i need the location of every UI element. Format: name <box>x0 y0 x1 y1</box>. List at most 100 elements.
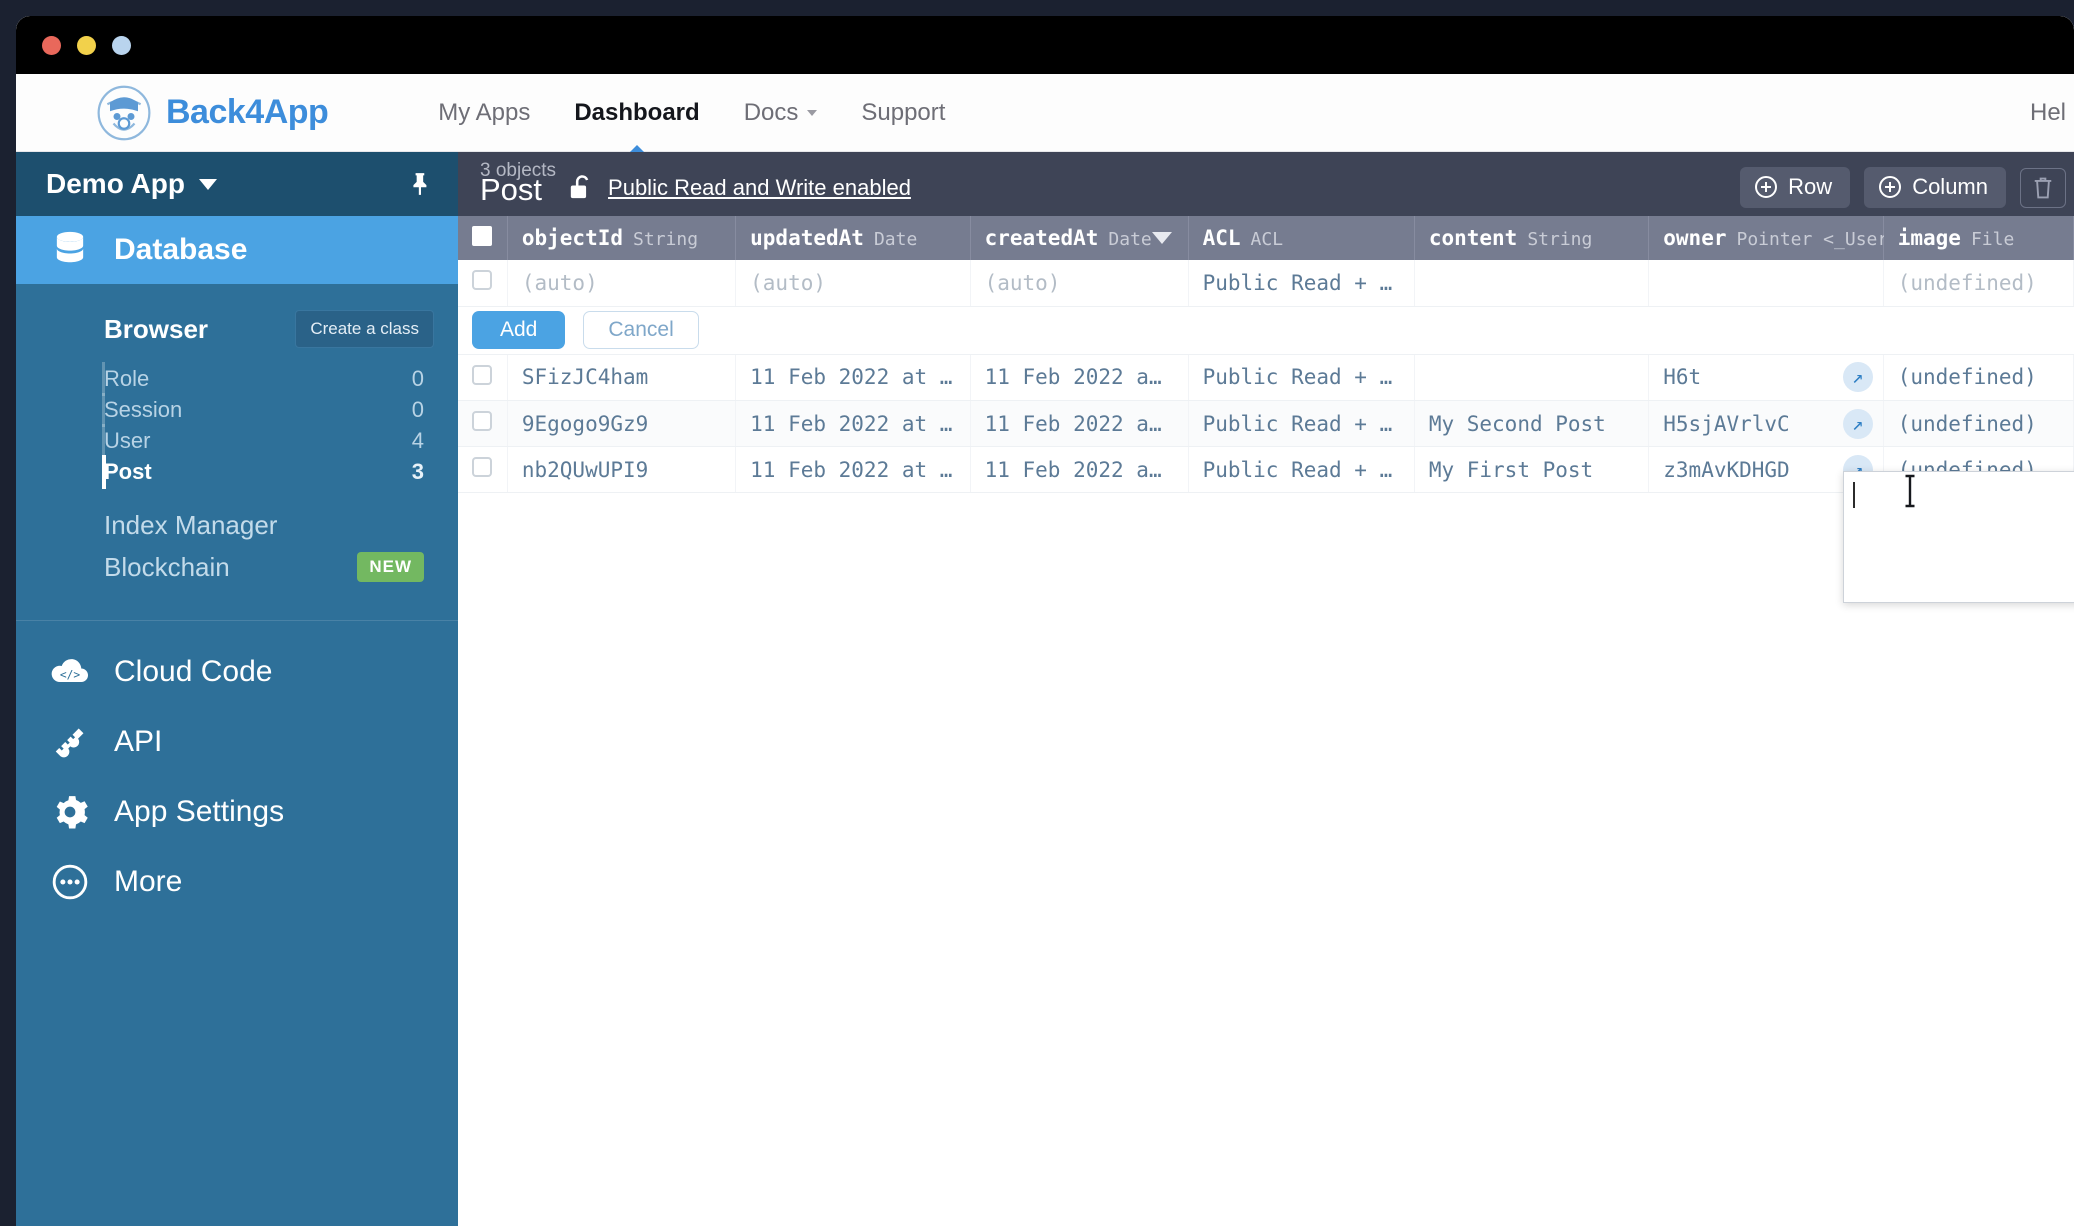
sidebar-item-more[interactable]: More <box>16 847 458 917</box>
cell-createdat[interactable]: 11 Feb 2022 at 17:… <box>970 446 1189 493</box>
column-header-acl[interactable]: ACL ACL <box>1188 216 1415 260</box>
sidebar-item-index-manager[interactable]: Index Manager <box>16 504 458 546</box>
delete-button[interactable] <box>2020 167 2066 208</box>
column-name: ACL <box>1202 226 1241 250</box>
sidebar-item-database[interactable]: Database <box>16 216 458 284</box>
table-row[interactable]: nb2QUwUPI9 11 Feb 2022 at 17:… 11 Feb 20… <box>458 446 2074 493</box>
add-row-button[interactable]: Row <box>1740 167 1851 208</box>
cell-owner[interactable]: H6t ↗ <box>1648 354 1884 401</box>
nav-link-docs[interactable]: Docs <box>744 99 818 127</box>
add-button[interactable]: Add <box>472 311 566 349</box>
row-select-cell[interactable] <box>458 446 508 493</box>
cancel-button[interactable]: Cancel <box>583 311 699 349</box>
cell-content[interactable]: My First Post <box>1414 446 1650 493</box>
app-name-label: Demo App <box>46 168 185 199</box>
column-type: Pointer <_User> <box>1736 229 1900 250</box>
sidebar-item-api[interactable]: API <box>16 707 458 777</box>
nav-link-support[interactable]: Support <box>861 99 945 127</box>
column-header-objectid[interactable]: objectId String <box>507 216 737 260</box>
close-window-button[interactable] <box>42 35 61 55</box>
row-checkbox[interactable] <box>472 411 492 431</box>
cell-updatedat[interactable]: 11 Feb 2022 at 17:… <box>735 354 971 401</box>
cell-acl[interactable]: Public Read + Write <box>1188 400 1415 447</box>
column-header-content[interactable]: content String <box>1414 216 1650 260</box>
pin-icon[interactable] <box>408 170 434 198</box>
cell-content[interactable] <box>1414 260 1650 307</box>
class-item-user[interactable]: User 4 <box>16 424 458 458</box>
sidebar-item-app-settings-label: App Settings <box>114 795 285 828</box>
new-badge: NEW <box>357 552 424 582</box>
row-checkbox[interactable] <box>472 270 492 291</box>
cell-image[interactable]: (undefined) <box>1883 260 2074 307</box>
browser-block: Browser Create a class Role 0 Session 0 … <box>16 284 458 602</box>
arrow-up-right-icon[interactable]: ↗ <box>1842 362 1873 393</box>
row-select-cell[interactable] <box>458 354 508 401</box>
sidebar-item-database-label: Database <box>114 233 248 266</box>
sidebar-item-cloud-code[interactable]: </> Cloud Code <box>16 637 458 707</box>
table-row[interactable]: SFizJC4ham 11 Feb 2022 at 17:… 11 Feb 20… <box>458 354 2074 401</box>
class-item-role[interactable]: Role 0 <box>16 362 458 396</box>
cell-createdat[interactable]: 11 Feb 2022 at 17:… <box>970 354 1189 401</box>
nav-link-help[interactable]: Hel <box>2030 99 2066 127</box>
row-checkbox[interactable] <box>472 457 492 477</box>
maximize-window-button[interactable] <box>112 35 131 55</box>
cell-image[interactable]: (undefined) <box>1883 400 2074 447</box>
acl-label[interactable]: Public Read and Write enabled <box>608 175 911 201</box>
cell-updatedat[interactable]: (auto) <box>735 260 971 307</box>
content-cell-editor[interactable] <box>1843 471 2074 603</box>
sort-descending-icon[interactable] <box>1151 232 1172 244</box>
cell-content[interactable]: My Second Post <box>1414 400 1650 447</box>
class-item-post[interactable]: Post 3 <box>16 455 458 489</box>
cell-createdat[interactable]: (auto) <box>970 260 1189 307</box>
brand-logo-link[interactable]: Back4App <box>96 85 329 141</box>
column-header-createdat[interactable]: createdAt Date <box>970 216 1189 260</box>
add-column-button[interactable]: Column <box>1864 167 2006 208</box>
cell-owner[interactable]: H5sjAVrlvC ↗ <box>1648 400 1884 447</box>
add-row-label: Row <box>1788 174 1833 199</box>
nav-link-my-apps[interactable]: My Apps <box>438 99 530 127</box>
table-row[interactable]: 9Egogo9Gz9 11 Feb 2022 at 17:… 11 Feb 20… <box>458 400 2074 447</box>
browser-header: Browser Create a class <box>16 306 458 352</box>
content-cell-input[interactable] <box>1844 472 2074 602</box>
cell-objectid[interactable]: (auto) <box>507 260 737 307</box>
column-header-image[interactable]: image File <box>1883 216 2074 260</box>
cell-updatedat[interactable]: 11 Feb 2022 at 17:… <box>735 400 971 447</box>
trash-icon <box>2034 177 2052 198</box>
cell-acl[interactable]: Public Read + Write <box>1188 446 1415 493</box>
cell-content[interactable] <box>1414 354 1650 401</box>
row-checkbox[interactable] <box>472 364 492 385</box>
column-name: objectId <box>521 226 624 250</box>
gear-icon <box>48 793 92 831</box>
arrow-up-right-icon[interactable]: ↗ <box>1842 408 1873 439</box>
cell-acl[interactable]: Public Read + Write <box>1188 354 1415 401</box>
acl-status[interactable]: Public Read and Write enabled <box>568 174 911 208</box>
column-header-owner[interactable]: owner Pointer <_User> <box>1648 216 1899 260</box>
cell-acl[interactable]: Public Read + Write <box>1188 260 1415 307</box>
column-name: updatedAt <box>750 226 864 250</box>
row-select-cell[interactable] <box>458 260 508 307</box>
minimize-window-button[interactable] <box>77 35 96 55</box>
cell-createdat[interactable]: 11 Feb 2022 at 17:… <box>970 400 1189 447</box>
column-header-updatedat[interactable]: updatedAt Date <box>735 216 971 260</box>
select-all-checkbox[interactable] <box>472 225 492 246</box>
class-item-session[interactable]: Session 0 <box>16 393 458 427</box>
cell-owner[interactable] <box>1648 260 1884 307</box>
cell-owner-value: z3mAvKDHGD <box>1663 457 1790 482</box>
nav-link-dashboard[interactable]: Dashboard <box>574 99 699 127</box>
cell-objectid[interactable]: SFizJC4ham <box>507 354 737 401</box>
table-header-row: objectId String updatedAt Date createdAt Da… <box>458 216 2074 260</box>
svg-text:</>: </> <box>60 668 81 681</box>
cell-image[interactable]: (undefined) <box>1883 354 2074 401</box>
select-all-header[interactable] <box>458 216 508 260</box>
cell-objectid[interactable]: nb2QUwUPI9 <box>507 446 737 493</box>
text-caret <box>1853 482 1855 508</box>
row-select-cell[interactable] <box>458 400 508 447</box>
create-a-class-button[interactable]: Create a class <box>295 310 434 348</box>
sidebar-item-blockchain[interactable]: Blockchain NEW <box>16 546 458 588</box>
app-selector[interactable]: Demo App <box>16 152 458 216</box>
table-row-new[interactable]: (auto) (auto) (auto) Public Read + Write… <box>458 260 2074 307</box>
class-count: 3 <box>411 459 424 484</box>
cell-objectid[interactable]: 9Egogo9Gz9 <box>507 400 737 447</box>
sidebar-item-app-settings[interactable]: App Settings <box>16 777 458 847</box>
cell-updatedat[interactable]: 11 Feb 2022 at 17:… <box>735 446 971 493</box>
